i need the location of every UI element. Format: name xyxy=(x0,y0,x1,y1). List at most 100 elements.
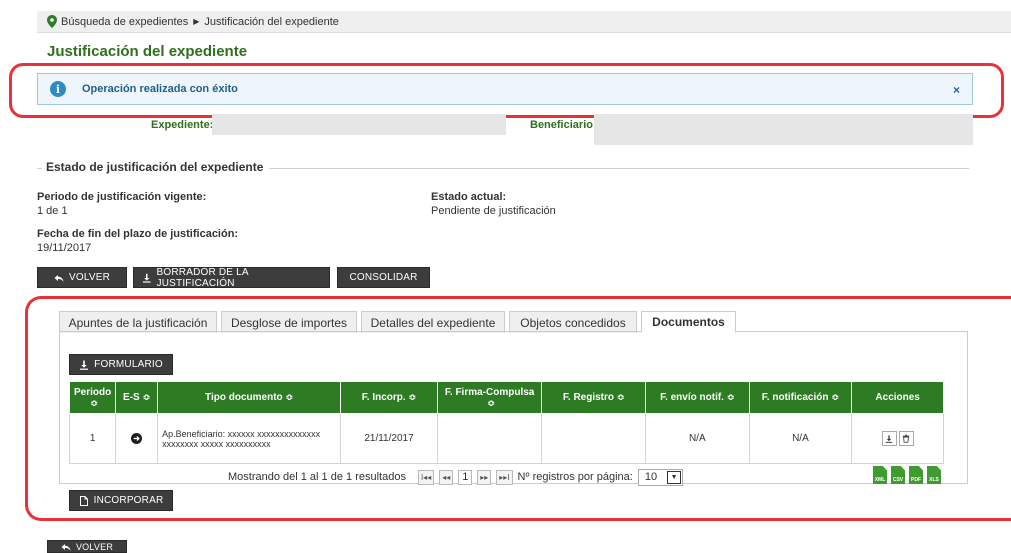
cell-acciones xyxy=(851,413,944,464)
page-size-label: Nº registros por página: xyxy=(517,471,633,483)
estado-value: Pendiente de justificación xyxy=(431,205,556,217)
page-size-value: 10 xyxy=(644,471,658,483)
tab-apuntes-label: Apuntes de la justificación xyxy=(68,315,208,330)
pagination-summary: Mostrando del 1 al 1 de 1 resultados xyxy=(228,471,406,483)
tab-detalles[interactable]: Detalles del expediente xyxy=(361,311,505,333)
breadcrumb-link-busqueda[interactable]: Búsqueda de expedientes xyxy=(61,16,188,28)
beneficiario-label: Beneficiario: xyxy=(530,119,597,131)
next-page-button[interactable]: ▸▸ xyxy=(477,469,492,485)
download-icon xyxy=(142,273,151,283)
documents-table: Periodo ≎ E-S ≎ Tipo documento ≎ F. Incorp.… xyxy=(68,381,944,464)
info-icon: i xyxy=(50,81,66,97)
tab-desglose[interactable]: Desglose de importes xyxy=(221,311,357,333)
delete-document-button[interactable] xyxy=(898,431,914,446)
estado-label: Estado actual: xyxy=(431,191,507,203)
tab-apuntes[interactable]: Apuntes de la justificación xyxy=(59,311,217,333)
reply-icon xyxy=(54,274,64,282)
table-header-row: Periodo ≎ E-S ≎ Tipo documento ≎ F. Incorp.… xyxy=(68,381,944,414)
caret-right-icon: ▶ xyxy=(193,17,200,26)
cell-periodo: 1 xyxy=(68,413,117,464)
table-row[interactable]: 1 ➜ Ap.Beneficiario: xxxxxx xxxxxxxxxxxx… xyxy=(68,413,944,464)
column-header-f-envio-notif[interactable]: F. envío notif. ≎ xyxy=(645,381,750,414)
volver-bottom-button[interactable]: VOLVER xyxy=(47,540,127,553)
column-header-f-firma-compulsa[interactable]: F. Firma-Compulsa ≎ xyxy=(436,381,543,414)
sort-icon: ≎ xyxy=(487,397,495,408)
borrador-justificacion-button[interactable]: BORRADOR DE LA JUSTIFICACIÓN xyxy=(133,266,330,289)
beneficiario-value xyxy=(594,114,973,145)
tab-detalles-label: Detalles del expediente xyxy=(370,315,496,330)
formulario-button[interactable]: FORMULARIO xyxy=(69,354,173,375)
consolidar-button[interactable]: CONSOLIDAR xyxy=(337,267,430,288)
export-xml-label: XML xyxy=(874,477,886,483)
borrador-button-label: BORRADOR DE LA JUSTIFICACIÓN xyxy=(156,266,249,289)
header-label: Tipo documento xyxy=(205,392,283,403)
export-pdf-icon[interactable]: PDF xyxy=(909,466,923,484)
formulario-button-label: FORMULARIO xyxy=(94,359,163,370)
cell-f-incorp: 21/11/2017 xyxy=(340,413,438,464)
last-page-button[interactable]: ▸▸I xyxy=(496,469,513,485)
header-label: F. notificación xyxy=(761,392,829,403)
cell-es: ➜ xyxy=(115,413,159,464)
fieldset-legend: Estado de justificación del expediente xyxy=(42,160,270,174)
column-header-periodo[interactable]: Periodo ≎ xyxy=(68,381,117,414)
pagination: Mostrando del 1 al 1 de 1 resultados I◂◂… xyxy=(228,468,684,486)
sort-icon: ≎ xyxy=(142,392,151,402)
column-header-f-notificacion[interactable]: F. notificación ≎ xyxy=(748,381,853,414)
column-header-f-registro[interactable]: F. Registro ≎ xyxy=(541,381,647,414)
sort-icon: ≎ xyxy=(617,392,625,402)
tab-desglose-label: Desglose de importes xyxy=(230,315,348,330)
download-icon xyxy=(80,360,89,370)
header-label: F. envío notif. xyxy=(660,392,724,403)
page-size-select[interactable]: 10 ▼ xyxy=(637,468,684,486)
cell-tipo-documento: Ap.Beneficiario: xxxxxx xxxxxxxxxxxxxx x… xyxy=(157,413,342,464)
arrow-circle-right-icon: ➜ xyxy=(131,433,143,444)
download-icon xyxy=(885,434,893,443)
export-pdf-label: PDF xyxy=(911,477,921,483)
prev-page-button[interactable]: ◂◂ xyxy=(439,469,454,485)
export-toolbar: XML CSV PDF XLS xyxy=(873,466,941,484)
incorporar-button[interactable]: INCORPORAR xyxy=(69,490,173,511)
column-header-tipo-documento[interactable]: Tipo documento ≎ xyxy=(157,381,342,414)
breadcrumb: Búsqueda de expedientes ▶ Justificación … xyxy=(37,11,1011,33)
cell-f-firma xyxy=(436,413,543,464)
export-xml-icon[interactable]: XML xyxy=(873,466,887,484)
close-alert-button[interactable]: × xyxy=(953,83,960,97)
header-label: Acciones xyxy=(875,392,920,403)
column-header-es[interactable]: E-S ≎ xyxy=(115,381,159,414)
first-page-button[interactable]: I◂◂ xyxy=(417,469,435,485)
file-icon xyxy=(79,495,88,506)
sort-icon: ≎ xyxy=(831,392,840,402)
tab-documentos-label: Documentos xyxy=(652,315,725,329)
sort-icon: ≎ xyxy=(408,392,417,402)
periodo-value: 1 de 1 xyxy=(37,205,68,217)
reply-icon xyxy=(61,543,71,551)
volver-button[interactable]: VOLVER xyxy=(37,267,127,288)
chevron-down-icon: ▼ xyxy=(667,470,682,484)
volver-button-label: VOLVER xyxy=(68,272,111,283)
cell-f-notificacion: N/A xyxy=(748,413,853,464)
header-label: F. Incorp. xyxy=(361,392,406,403)
column-header-acciones: Acciones xyxy=(851,381,944,414)
tab-objetos-label: Objetos concedidos xyxy=(520,315,626,330)
tab-documentos[interactable]: Documentos xyxy=(641,311,736,333)
fecha-fin-value: 19/11/2017 xyxy=(37,242,92,254)
fecha-fin-label: Fecha de fin del plazo de justificación: xyxy=(37,228,239,240)
incorporar-button-label: INCORPORAR xyxy=(93,495,164,506)
export-xls-icon[interactable]: XLS xyxy=(927,466,941,484)
export-csv-label: CSV xyxy=(892,477,904,483)
breadcrumb-current: Justificación del expediente xyxy=(204,15,339,28)
download-document-button[interactable] xyxy=(881,431,897,446)
export-csv-icon[interactable]: CSV xyxy=(891,466,905,484)
trash-icon xyxy=(902,434,910,443)
sort-icon: ≎ xyxy=(285,392,294,402)
header-label: Periodo xyxy=(74,386,112,398)
current-page-indicator[interactable]: 1 xyxy=(458,469,473,485)
column-header-f-incorp[interactable]: F. Incorp. ≎ xyxy=(340,381,438,414)
sort-icon: ≎ xyxy=(726,392,735,402)
expediente-label: Expediente: xyxy=(151,119,214,131)
alert-message: Operación realizada con éxito xyxy=(82,83,238,95)
tab-objetos[interactable]: Objetos concedidos xyxy=(509,311,637,333)
export-xls-label: XLS xyxy=(929,477,939,483)
expediente-value xyxy=(212,114,506,135)
sort-icon: ≎ xyxy=(90,397,98,408)
